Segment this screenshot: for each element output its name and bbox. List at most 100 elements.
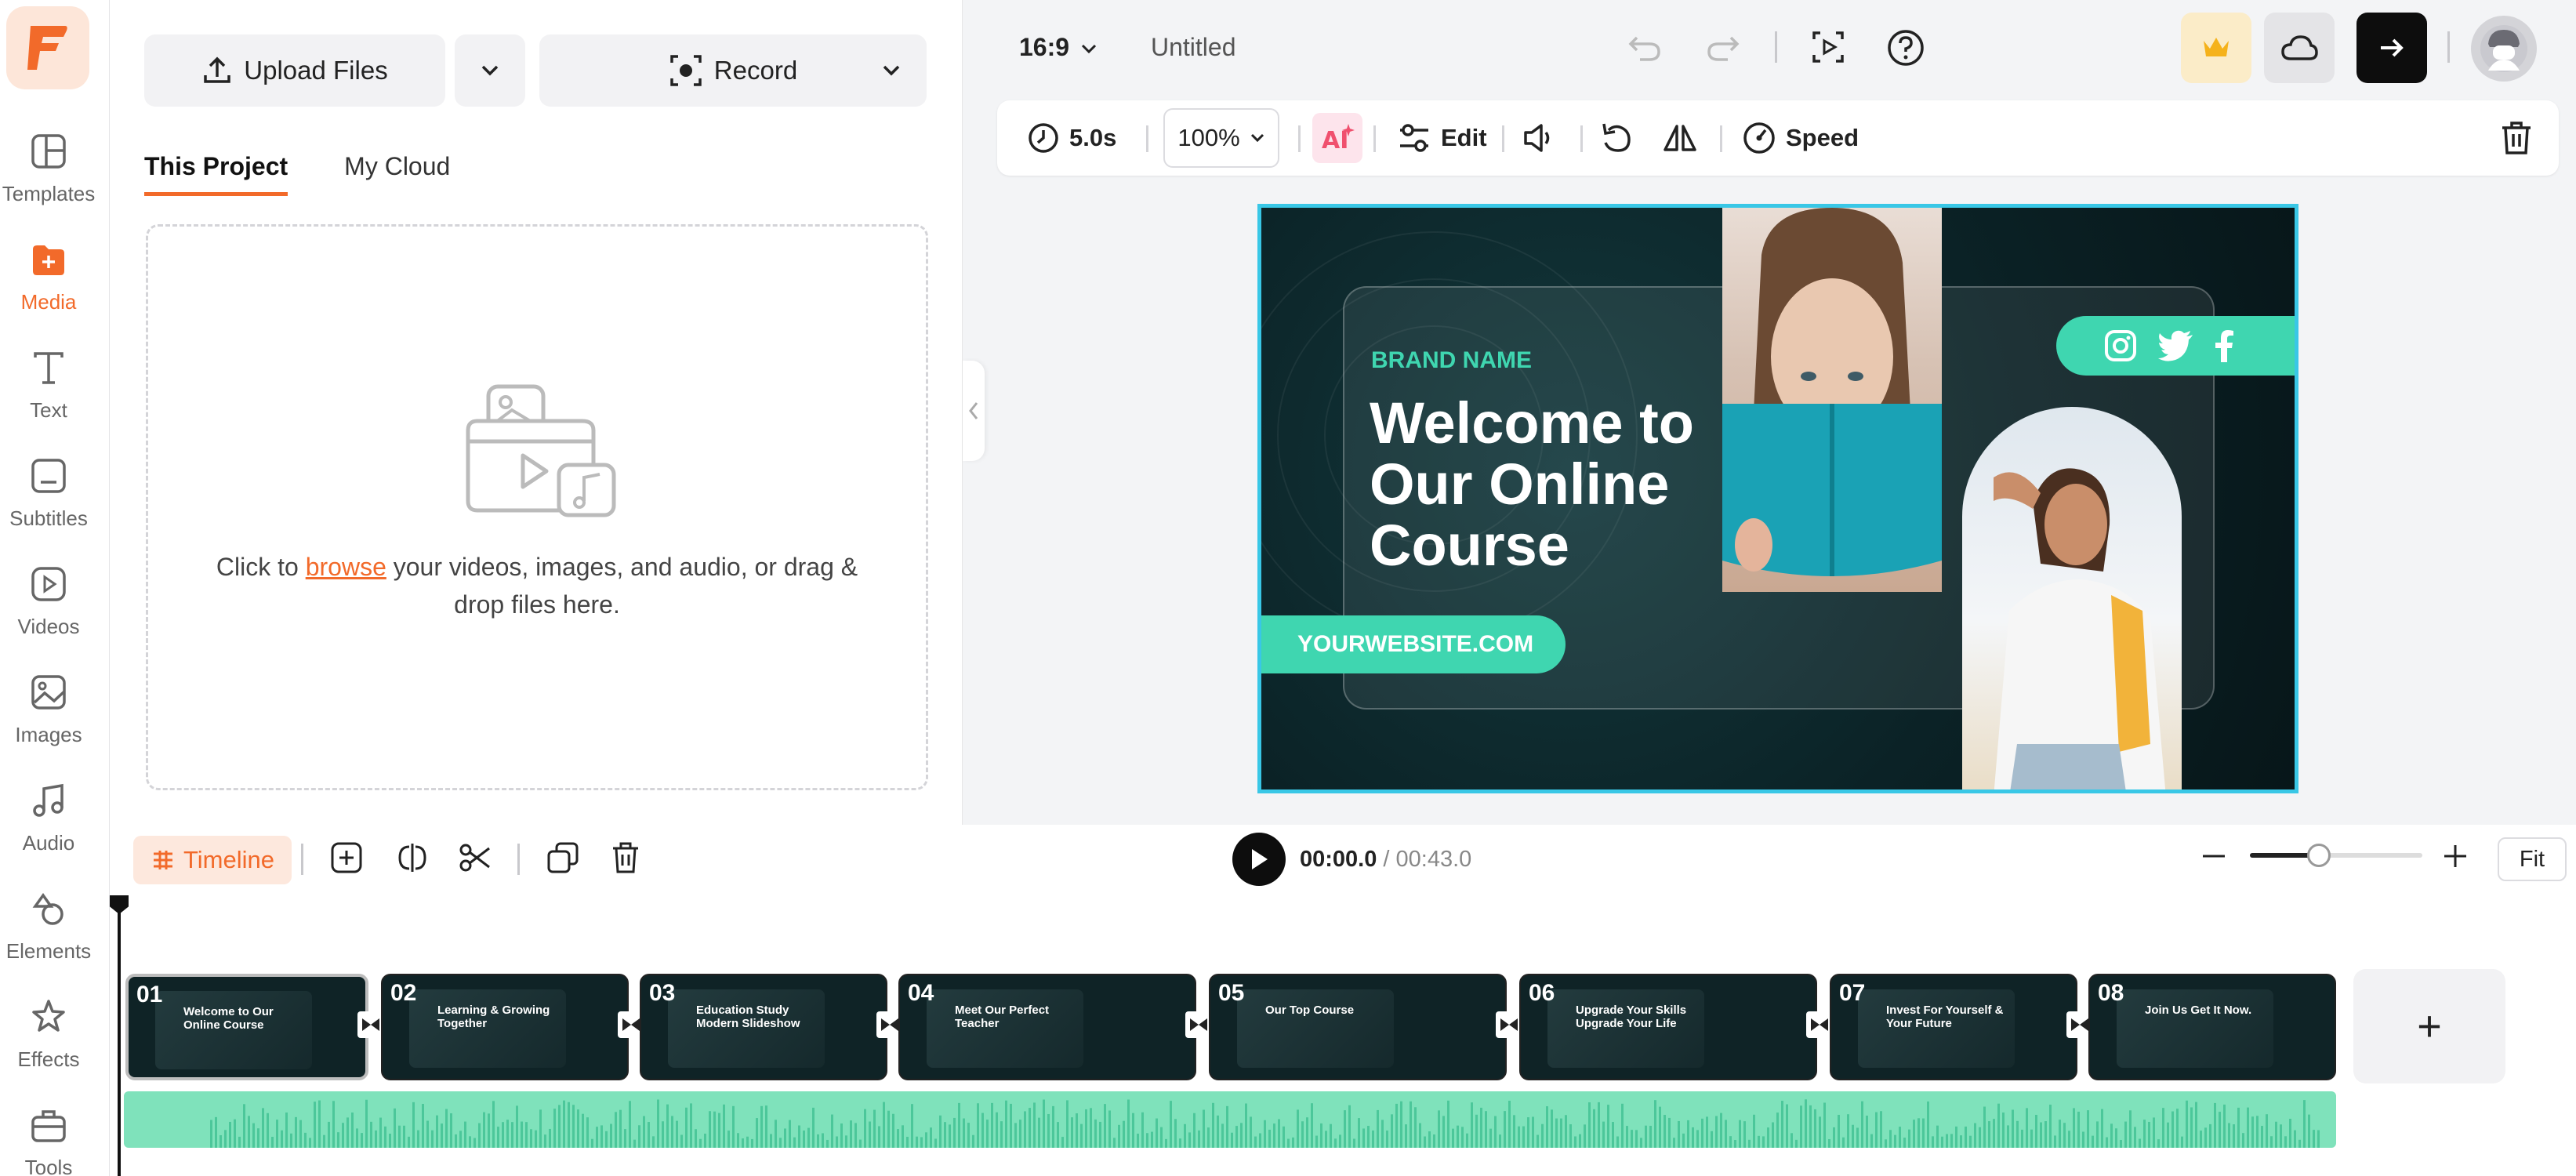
add-scene-button[interactable]: + xyxy=(2353,969,2505,1083)
browse-link[interactable]: browse xyxy=(306,553,386,581)
timeline-clip[interactable]: 08Join Us Get It Now. xyxy=(2088,974,2336,1080)
play-button[interactable] xyxy=(1232,833,1286,886)
export-button[interactable] xyxy=(2356,13,2427,83)
drop-zone[interactable]: Click to browse your videos, images, and… xyxy=(146,224,928,790)
trash-icon[interactable] xyxy=(610,840,641,875)
effects-icon xyxy=(31,994,67,1040)
split-icon[interactable] xyxy=(395,840,430,875)
tab-this-project[interactable]: This Project xyxy=(144,152,288,196)
rail-videos[interactable]: Videos xyxy=(0,561,97,655)
tab-my-cloud[interactable]: My Cloud xyxy=(344,152,450,196)
transition-icon[interactable] xyxy=(1806,1011,1833,1038)
zoom-slider-knob[interactable] xyxy=(2307,844,2331,867)
speed-label: Speed xyxy=(1786,124,1859,152)
redo-icon[interactable] xyxy=(1704,28,1742,66)
playhead-handle[interactable] xyxy=(110,895,129,914)
delete-clip-button[interactable] xyxy=(2499,100,2534,176)
clip-caption: Invest For Yourself & Your Future xyxy=(1886,1004,2004,1030)
headline-text[interactable]: Welcome to Our Online Course xyxy=(1370,393,1730,576)
premium-button[interactable] xyxy=(2181,13,2251,83)
user-avatar-icon xyxy=(2479,24,2529,74)
timeline-clip[interactable]: 07 Invest For Yourself & Your Future xyxy=(1830,974,2077,1080)
upload-icon xyxy=(201,55,233,86)
volume-button[interactable] xyxy=(1521,100,1555,176)
flip-button[interactable] xyxy=(1662,100,1698,176)
clip-number: 02 xyxy=(390,980,416,1007)
rail-images[interactable]: Images xyxy=(0,670,97,764)
add-clip-icon[interactable] xyxy=(329,840,364,875)
record-button[interactable]: Record xyxy=(539,34,927,107)
record-label: Record xyxy=(714,56,797,85)
canvas-preview[interactable]: BRAND NAME Welcome to Our Online Course … xyxy=(1257,204,2298,793)
edit-button[interactable]: Edit xyxy=(1397,100,1487,176)
flip-icon xyxy=(1662,122,1698,154)
zoom-in-icon[interactable] xyxy=(2441,842,2469,870)
rail-label: Videos xyxy=(17,615,79,639)
transition-icon[interactable] xyxy=(357,1011,384,1038)
audio-track[interactable] xyxy=(124,1091,2336,1148)
timeline-clip[interactable]: 03Education Study Modern Slideshow xyxy=(640,974,887,1080)
timeline-clip[interactable]: 05Our Top Course xyxy=(1209,974,1507,1080)
clip-number: 04 xyxy=(908,980,934,1007)
drop-zone-text: Click to browse your videos, images, and… xyxy=(148,548,926,623)
playhead[interactable] xyxy=(118,895,121,1176)
rail-text[interactable]: Text xyxy=(0,345,97,439)
rotate-button[interactable] xyxy=(1599,100,1634,176)
rail-templates[interactable]: Templates xyxy=(0,129,97,223)
twitter-icon xyxy=(2158,330,2194,361)
rail-tools[interactable]: Tools xyxy=(0,1102,97,1176)
aspect-ratio-select[interactable]: 16:9 xyxy=(1019,33,1098,62)
media-panel: Upload Files Record This Project My Clou… xyxy=(110,0,963,825)
transition-icon[interactable] xyxy=(1185,1011,1212,1038)
clip-number: 07 xyxy=(1839,980,1865,1007)
rail-media[interactable]: Media xyxy=(0,237,97,331)
timeline-clip[interactable]: 02Learning & Growing Together xyxy=(381,974,629,1080)
upload-dropdown-button[interactable] xyxy=(455,34,525,107)
timeline-clip[interactable]: 06Upgrade Your Skills Upgrade Your Life xyxy=(1519,974,1817,1080)
help-icon[interactable] xyxy=(1886,28,1925,67)
zoom-out-icon[interactable] xyxy=(2200,842,2228,870)
social-badge[interactable] xyxy=(2056,316,2298,376)
cloud-save-button[interactable] xyxy=(2264,13,2335,83)
crown-icon xyxy=(2200,34,2232,61)
timeline-toggle-button[interactable]: Timeline xyxy=(133,836,292,884)
undo-icon[interactable] xyxy=(1626,28,1664,66)
avatar[interactable] xyxy=(2471,16,2537,82)
zoom-slider[interactable] xyxy=(2250,853,2422,858)
scissors-icon[interactable] xyxy=(458,840,492,875)
duplicate-icon[interactable] xyxy=(546,840,580,875)
record-icon xyxy=(669,53,703,88)
rail-label: Subtitles xyxy=(9,506,88,531)
chevron-down-icon[interactable] xyxy=(881,64,902,78)
clip-number: 01 xyxy=(136,982,162,1008)
speed-button[interactable]: Speed xyxy=(1742,100,1859,176)
clip-number: 05 xyxy=(1218,980,1244,1007)
rail-label: Tools xyxy=(25,1156,73,1176)
zoom-value: 100% xyxy=(1177,124,1239,152)
duration-button[interactable]: 5.0s xyxy=(1027,100,1116,176)
divider xyxy=(1580,125,1583,152)
project-title[interactable]: Untitled xyxy=(1151,33,1236,62)
fit-button[interactable]: Fit xyxy=(2498,837,2567,881)
student-photo xyxy=(1962,407,2182,793)
rail-elements[interactable]: Elements xyxy=(0,886,97,980)
rail-effects[interactable]: Effects xyxy=(0,994,97,1088)
clip-toolbar: 5.0s 100% AI Edit Speed xyxy=(997,100,2559,176)
website-banner[interactable]: YOURWEBSITE.COM xyxy=(1261,615,1566,673)
timeline-clip[interactable]: 04Meet Our Perfect Teacher xyxy=(898,974,1196,1080)
app-logo[interactable] xyxy=(6,6,89,89)
ai-button[interactable]: AI xyxy=(1312,113,1362,163)
timeline-clip[interactable]: 01Welcome to Our Online Course xyxy=(125,974,368,1080)
brand-name-text[interactable]: BRAND NAME xyxy=(1371,347,1532,374)
clip-thumbnail xyxy=(2117,989,2273,1068)
timeline-tracks: 01Welcome to Our Online Course02Learning… xyxy=(110,895,2576,1176)
timeline-label: Timeline xyxy=(183,846,274,874)
preview-icon[interactable] xyxy=(1809,28,1847,66)
zoom-select[interactable]: 100% xyxy=(1163,108,1279,168)
transition-icon[interactable] xyxy=(1496,1011,1522,1038)
timeline-icon xyxy=(151,848,176,873)
rail-audio[interactable]: Audio xyxy=(0,778,97,872)
collapse-panel-button[interactable] xyxy=(963,361,985,461)
rail-subtitles[interactable]: Subtitles xyxy=(0,453,97,547)
upload-files-button[interactable]: Upload Files xyxy=(144,34,445,107)
